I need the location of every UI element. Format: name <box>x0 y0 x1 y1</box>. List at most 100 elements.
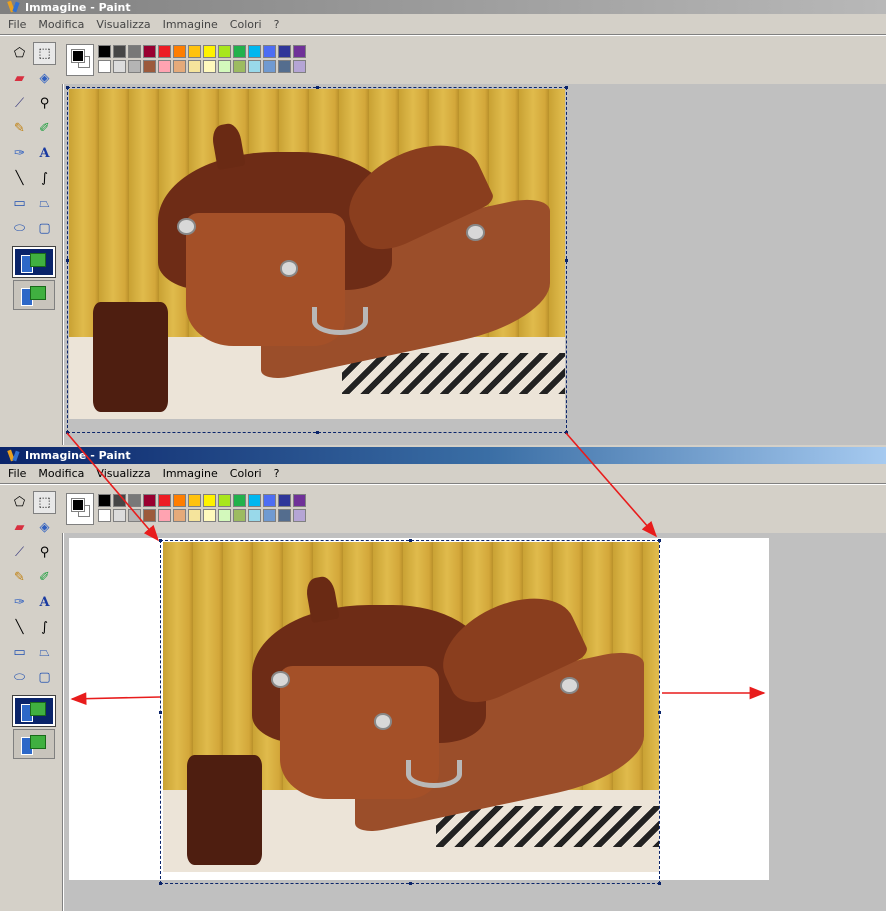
menu-modifica[interactable]: Modifica <box>38 18 84 31</box>
color-swatch[interactable] <box>233 45 246 58</box>
ellipse-tool[interactable]: ⬭ <box>8 666 31 689</box>
resize-handle[interactable] <box>565 86 568 89</box>
curve-tool[interactable]: ∫ <box>33 616 56 639</box>
brush-tool[interactable]: ✐ <box>33 117 56 140</box>
menu-colori[interactable]: Colori <box>230 18 262 31</box>
color-swatch[interactable] <box>203 509 216 522</box>
color-swatch[interactable] <box>218 45 231 58</box>
color-swatch[interactable] <box>293 45 306 58</box>
resize-handle[interactable] <box>316 431 319 434</box>
menu-file[interactable]: File <box>8 467 26 480</box>
resize-handle[interactable] <box>316 86 319 89</box>
color-swatch[interactable] <box>233 494 246 507</box>
resize-handle[interactable] <box>658 882 661 885</box>
rectangle-tool[interactable]: ▭ <box>8 192 31 215</box>
resize-handle[interactable] <box>658 539 661 542</box>
eraser-tool[interactable]: ▰ <box>8 67 31 90</box>
eraser-tool[interactable]: ▰ <box>8 516 31 539</box>
resize-handle[interactable] <box>66 431 69 434</box>
color-swatch[interactable] <box>158 494 171 507</box>
opaque-selection-option[interactable] <box>12 246 56 278</box>
resize-handle[interactable] <box>159 711 162 714</box>
resize-handle[interactable] <box>565 259 568 262</box>
transparent-selection-option[interactable] <box>13 280 55 310</box>
color-swatch[interactable] <box>263 60 276 73</box>
color-swatch[interactable] <box>293 494 306 507</box>
line-tool[interactable]: ╲ <box>8 167 31 190</box>
title-bar[interactable]: Immagine - Paint <box>0 447 886 464</box>
color-swatch[interactable] <box>248 509 261 522</box>
ellipse-tool[interactable]: ⬭ <box>8 217 31 240</box>
title-bar[interactable]: Immagine - Paint <box>0 0 886 14</box>
color-swatch[interactable] <box>218 509 231 522</box>
color-swatch[interactable] <box>143 494 156 507</box>
pick-color-tool[interactable]: ⟋ <box>8 541 31 564</box>
current-colors[interactable] <box>66 44 94 76</box>
color-swatch[interactable] <box>143 60 156 73</box>
color-swatch[interactable] <box>143 509 156 522</box>
resize-handle[interactable] <box>409 882 412 885</box>
color-swatch[interactable] <box>203 45 216 58</box>
color-swatch[interactable] <box>128 494 141 507</box>
pick-color-tool[interactable]: ⟋ <box>8 92 31 115</box>
menu-help[interactable]: ? <box>274 467 280 480</box>
color-swatch[interactable] <box>188 494 201 507</box>
selection-rectangle[interactable] <box>159 539 661 885</box>
transparent-selection-option[interactable] <box>13 729 55 759</box>
menu-help[interactable]: ? <box>274 18 280 31</box>
color-swatch[interactable] <box>113 45 126 58</box>
text-tool[interactable]: A <box>33 142 56 165</box>
resize-handle[interactable] <box>409 539 412 542</box>
resize-handle[interactable] <box>565 431 568 434</box>
line-tool[interactable]: ╲ <box>8 616 31 639</box>
polygon-tool[interactable]: ⏢ <box>33 641 56 664</box>
color-swatch[interactable] <box>98 60 111 73</box>
color-swatch[interactable] <box>278 494 291 507</box>
color-swatch[interactable] <box>158 45 171 58</box>
menu-visualizza[interactable]: Visualizza <box>96 467 150 480</box>
color-swatch[interactable] <box>98 494 111 507</box>
select-tool[interactable]: ⬚ <box>33 42 56 65</box>
color-swatch[interactable] <box>173 494 186 507</box>
canvas-area[interactable] <box>64 84 886 445</box>
color-swatch[interactable] <box>173 45 186 58</box>
free-form-select-tool[interactable]: ⬠ <box>8 491 31 514</box>
resize-handle[interactable] <box>658 711 661 714</box>
menu-file[interactable]: File <box>8 18 26 31</box>
pencil-tool[interactable]: ✎ <box>8 566 31 589</box>
color-swatch[interactable] <box>113 60 126 73</box>
color-swatch[interactable] <box>263 45 276 58</box>
color-swatch[interactable] <box>278 60 291 73</box>
color-swatch[interactable] <box>248 60 261 73</box>
selection-rectangle[interactable] <box>66 86 568 434</box>
color-swatch[interactable] <box>173 509 186 522</box>
color-swatch[interactable] <box>293 509 306 522</box>
magnifier-tool[interactable]: ⚲ <box>33 541 56 564</box>
menu-immagine[interactable]: Immagine <box>163 18 218 31</box>
color-swatch[interactable] <box>113 494 126 507</box>
opaque-selection-option[interactable] <box>12 695 56 727</box>
free-form-select-tool[interactable]: ⬠ <box>8 42 31 65</box>
color-swatch[interactable] <box>233 60 246 73</box>
airbrush-tool[interactable]: ✑ <box>8 591 31 614</box>
color-swatch[interactable] <box>263 509 276 522</box>
color-swatch[interactable] <box>278 45 291 58</box>
color-swatch[interactable] <box>158 60 171 73</box>
color-swatch[interactable] <box>293 60 306 73</box>
pencil-tool[interactable]: ✎ <box>8 117 31 140</box>
resize-handle[interactable] <box>66 86 69 89</box>
menu-colori[interactable]: Colori <box>230 467 262 480</box>
color-swatch[interactable] <box>128 60 141 73</box>
color-swatch[interactable] <box>158 509 171 522</box>
curve-tool[interactable]: ∫ <box>33 167 56 190</box>
color-swatch[interactable] <box>248 45 261 58</box>
color-swatch[interactable] <box>218 60 231 73</box>
color-swatch[interactable] <box>203 494 216 507</box>
color-swatch[interactable] <box>173 60 186 73</box>
rectangle-tool[interactable]: ▭ <box>8 641 31 664</box>
resize-handle[interactable] <box>66 259 69 262</box>
canvas-area[interactable] <box>64 533 886 911</box>
resize-handle[interactable] <box>159 882 162 885</box>
menu-visualizza[interactable]: Visualizza <box>96 18 150 31</box>
rounded-rectangle-tool[interactable]: ▢ <box>33 217 56 240</box>
